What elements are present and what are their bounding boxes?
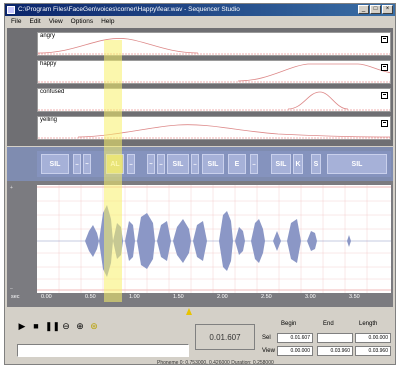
waveform-plot[interactable] — [37, 185, 391, 293]
menu-options[interactable]: Options — [71, 16, 93, 27]
app-icon — [7, 6, 15, 14]
view-length-field[interactable]: 0.03.960 — [355, 346, 391, 356]
track-angry[interactable]: angry — [37, 32, 391, 56]
title-bar: C:\Program Files\FaceGen\voices\corner\H… — [5, 4, 395, 16]
minimize-button[interactable]: _ — [358, 5, 369, 14]
phoneme-bar: SIL – ~ AL – ~ – SIL – SIL E – SIL K S S… — [7, 147, 393, 181]
axis-tick: 2.50 — [261, 294, 272, 300]
track-curve-happy — [38, 63, 390, 83]
phoneme-block[interactable]: SIL — [271, 154, 291, 174]
zoom-out-icon[interactable]: ⊖ — [61, 321, 71, 331]
playhead-marker-icon[interactable] — [186, 308, 192, 315]
maximize-button[interactable]: □ — [370, 5, 381, 14]
track-curve-yelling — [38, 124, 390, 139]
menu-bar: File Edit View Options Help — [5, 16, 395, 27]
track-label-happy: happy — [40, 61, 57, 67]
phoneme-block[interactable]: E — [228, 154, 246, 174]
phoneme-info-footer: Phoneme 0: 0.753000, 0.426000 Duration: … — [157, 360, 274, 366]
phoneme-block[interactable]: – — [157, 154, 165, 174]
menu-file[interactable]: File — [11, 16, 21, 27]
axis-tick: 1.50 — [173, 294, 184, 300]
view-begin-field[interactable]: 0.00.000 — [277, 346, 313, 356]
zoom-selection-icon[interactable]: ⊛ — [89, 321, 99, 331]
zoom-in-icon[interactable]: ⊕ — [75, 321, 85, 331]
sel-end-field[interactable] — [317, 333, 353, 343]
phoneme-block[interactable]: SIL — [202, 154, 224, 174]
amplitude-min-label: – — [10, 286, 13, 292]
menu-edit[interactable]: Edit — [29, 16, 40, 27]
phoneme-track: SIL – ~ AL – ~ – SIL – SIL E – SIL K S S… — [37, 151, 391, 177]
sel-length-field[interactable]: 0.00.000 — [355, 333, 391, 343]
phoneme-block[interactable]: – — [73, 154, 81, 174]
header-end: End — [323, 321, 334, 327]
track-label-yelling: yelling — [40, 117, 58, 123]
axis-unit-label: sec — [11, 294, 20, 300]
collapse-icon[interactable] — [381, 92, 388, 99]
pause-icon[interactable]: ❚❚ — [45, 321, 60, 331]
track-curve-confused — [38, 91, 390, 111]
collapse-icon[interactable] — [381, 120, 388, 127]
amplitude-max-label: + — [10, 185, 13, 191]
waveform-svg — [37, 185, 391, 293]
phoneme-block[interactable]: – — [127, 154, 135, 174]
menu-view[interactable]: View — [49, 16, 63, 27]
phoneme-block[interactable]: ~ — [83, 154, 91, 174]
selection-info: Begin End Length Sel 0.01.607 0.00.000 V… — [259, 321, 393, 361]
axis-tick: 2.00 — [217, 294, 228, 300]
play-icon[interactable]: ▶ — [17, 321, 27, 331]
sel-begin-field[interactable]: 0.01.607 — [277, 333, 313, 343]
track-happy[interactable]: happy — [37, 60, 391, 84]
status-field — [17, 344, 189, 357]
track-curve-angry — [38, 38, 390, 55]
stop-icon[interactable]: ■ — [31, 321, 41, 331]
time-display: 0.01.607 — [195, 324, 255, 350]
header-length: Length — [359, 321, 378, 327]
emotion-tracks-panel: angry happy confused yelling — [7, 28, 393, 146]
row-label-view: View — [262, 348, 275, 354]
waveform-panel: + – sec 0.00 0.50 1.00 1.50 2.00 2.50 3.… — [7, 181, 393, 307]
axis-tick: 3.00 — [305, 294, 316, 300]
application-window: C:\Program Files\FaceGen\voices\corner\H… — [4, 3, 396, 366]
axis-tick: 1.00 — [129, 294, 140, 300]
phoneme-block[interactable]: S — [311, 154, 321, 174]
row-label-sel: Sel — [262, 335, 271, 341]
window-title: C:\Program Files\FaceGen\voices\corner\H… — [18, 6, 240, 13]
phoneme-block[interactable]: ~ — [147, 154, 155, 174]
phoneme-block[interactable]: – — [250, 154, 258, 174]
phoneme-block[interactable]: SIL — [41, 154, 69, 174]
menu-help[interactable]: Help — [101, 16, 114, 27]
selection-highlight[interactable] — [104, 40, 122, 302]
track-label-angry: angry — [40, 33, 56, 39]
collapse-icon[interactable] — [381, 36, 388, 43]
close-button[interactable]: × — [382, 5, 393, 14]
phoneme-block[interactable]: – — [191, 154, 199, 174]
track-label-confused: confused — [40, 89, 65, 95]
axis-tick: 0.00 — [41, 294, 52, 300]
phoneme-block[interactable]: K — [293, 154, 303, 174]
axis-tick: 0.50 — [85, 294, 96, 300]
transport-controls: ▶ ■ ❚❚ ⊖ ⊕ ⊛ 0.01.607 Begin End Length S… — [7, 308, 393, 366]
collapse-icon[interactable] — [381, 64, 388, 71]
view-end-field[interactable]: 0.03.960 — [317, 346, 353, 356]
axis-tick: 3.50 — [349, 294, 360, 300]
phoneme-block[interactable]: SIL — [167, 154, 189, 174]
header-begin: Begin — [281, 321, 297, 327]
time-axis: sec 0.00 0.50 1.00 1.50 2.00 2.50 3.00 3… — [11, 293, 391, 305]
track-confused[interactable]: confused — [37, 88, 391, 112]
phoneme-block[interactable]: SIL — [327, 154, 387, 174]
track-yelling[interactable]: yelling — [37, 116, 391, 140]
